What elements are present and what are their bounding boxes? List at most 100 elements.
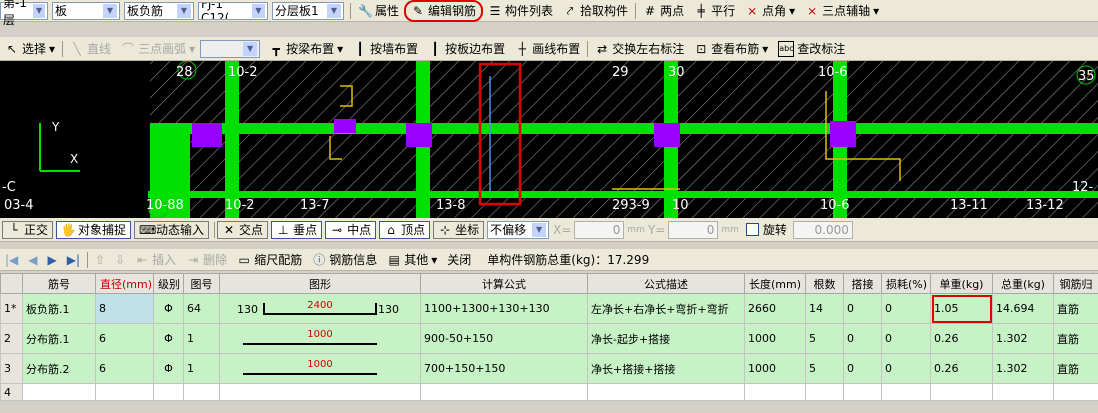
cell-name[interactable]: 板负筋.1 bbox=[22, 293, 96, 324]
cell-total-weight[interactable]: 14.694 bbox=[992, 293, 1054, 324]
cell-unit-weight[interactable]: 0.26 bbox=[930, 323, 993, 354]
view-layout-button[interactable]: ⊡ 查看布筋 ▾ bbox=[689, 37, 773, 60]
header-cell[interactable]: 直径(mm) bbox=[95, 273, 154, 294]
header-cell[interactable]: 计算公式 bbox=[420, 273, 588, 294]
cell-figure[interactable]: 64 bbox=[183, 293, 220, 324]
component-select[interactable]: FJ-1 C12(▼ bbox=[198, 1, 268, 20]
subcategory-select[interactable]: 板负筋 ▼ bbox=[124, 1, 194, 20]
cell-description[interactable]: 净长+搭接+搭接 bbox=[587, 353, 745, 384]
property-button[interactable]: 🔧 属性 bbox=[353, 0, 404, 21]
cell-unit-weight[interactable] bbox=[930, 383, 993, 401]
cell-formula[interactable]: 700+150+150 bbox=[420, 353, 588, 384]
cell-formula[interactable] bbox=[420, 383, 588, 401]
category-select[interactable]: 板 ▼ bbox=[52, 1, 120, 20]
cell-count[interactable]: 5 bbox=[805, 353, 844, 384]
cad-canvas[interactable]: Y X 28 10-2 29 30 10-6 35 -C 03-4 10-88 … bbox=[0, 61, 1098, 218]
swap-label-button[interactable]: ⇄ 交换左右标注 bbox=[590, 37, 689, 60]
cell-grade[interactable]: Φ bbox=[153, 293, 184, 324]
coordinate-toggle[interactable]: ⊹ 坐标 bbox=[433, 220, 485, 239]
ortho-toggle[interactable]: └ 正交 bbox=[2, 220, 54, 239]
cell-figure[interactable]: 1 bbox=[183, 323, 220, 354]
two-points-button[interactable]: # 两点 bbox=[638, 0, 689, 21]
nav-next-button[interactable]: ▶ bbox=[43, 249, 62, 270]
cell-loss[interactable]: 0 bbox=[881, 293, 931, 324]
row-number[interactable]: 2 bbox=[0, 323, 23, 354]
cell-name[interactable]: 分布筋.2 bbox=[22, 353, 96, 384]
nav-first-button[interactable]: |◀ bbox=[0, 249, 23, 270]
move-down-button[interactable]: ⇩ bbox=[110, 249, 130, 270]
cell-shape[interactable]: 1000 bbox=[219, 353, 421, 384]
cell-figure[interactable] bbox=[183, 383, 220, 401]
cell-count[interactable] bbox=[805, 383, 844, 401]
header-cell[interactable]: 损耗(%) bbox=[881, 273, 931, 294]
cell-name[interactable]: 分布筋.1 bbox=[22, 323, 96, 354]
cell-count[interactable]: 5 bbox=[805, 323, 844, 354]
header-cell[interactable]: 图号 bbox=[183, 273, 220, 294]
three-point-axis-button[interactable]: ⨯ 三点辅轴 ▾ bbox=[800, 0, 884, 21]
rotate-input[interactable]: 0.000 bbox=[792, 220, 853, 239]
cell-shape[interactable]: 130 2400 130 bbox=[219, 293, 421, 324]
row-number[interactable]: 4 bbox=[0, 383, 23, 401]
cell-type[interactable]: 直筋 bbox=[1053, 353, 1098, 384]
rotate-checkbox[interactable] bbox=[745, 223, 759, 236]
table-row[interactable]: 3 分布筋.2 6 Φ 1 1000 700+150+150 净长+搭接+搭接 … bbox=[0, 353, 1098, 384]
vertex-toggle[interactable]: ⌂ 顶点 bbox=[379, 220, 431, 239]
header-cell[interactable]: 级别 bbox=[153, 273, 184, 294]
header-cell[interactable]: 单重(kg) bbox=[930, 273, 993, 294]
midpoint-toggle[interactable]: ⊸ 中点 bbox=[325, 220, 377, 239]
header-cell[interactable]: 图形 bbox=[219, 273, 421, 294]
cell-diameter[interactable] bbox=[95, 383, 154, 401]
y-input[interactable]: 0 bbox=[668, 220, 719, 239]
nav-prev-button[interactable]: ◀ bbox=[23, 249, 42, 270]
cell-lap[interactable] bbox=[843, 383, 882, 401]
cell-loss[interactable] bbox=[881, 383, 931, 401]
arc-button[interactable]: ⌒ 三点画弧 ▾ bbox=[116, 37, 200, 60]
cell-total-weight[interactable]: 1.302 bbox=[992, 323, 1054, 354]
insert-button[interactable]: ⇤ 插入 bbox=[130, 249, 181, 270]
cell-total-weight[interactable] bbox=[992, 383, 1054, 401]
by-beam-button[interactable]: ┳ 按梁布置 ▾ bbox=[264, 37, 348, 60]
cell-total-weight[interactable]: 1.302 bbox=[992, 353, 1054, 384]
header-cell[interactable]: 公式描述 bbox=[587, 273, 745, 294]
cell-lap[interactable]: 0 bbox=[843, 293, 882, 324]
cell-length[interactable]: 2660 bbox=[744, 293, 806, 324]
object-snap-toggle[interactable]: 🖐 对象捕捉 bbox=[56, 220, 132, 239]
parallel-button[interactable]: ╪ 平行 bbox=[689, 0, 740, 21]
header-cell[interactable]: 总重(kg) bbox=[992, 273, 1054, 294]
cell-description[interactable] bbox=[587, 383, 745, 401]
other-button[interactable]: ▤ 其他 ▾ bbox=[382, 249, 442, 270]
modify-label-button[interactable]: abc 查改标注 bbox=[773, 37, 850, 60]
offset-select[interactable]: 不偏移 ▼ bbox=[487, 220, 550, 239]
cell-description[interactable]: 左净长+右净长+弯折+弯折 bbox=[587, 293, 745, 324]
layer-select[interactable]: 分层板1 ▼ bbox=[272, 1, 344, 20]
cell-count[interactable]: 14 bbox=[805, 293, 844, 324]
cell-type[interactable]: 直筋 bbox=[1053, 293, 1098, 324]
floor-select[interactable]: 第-1层 ▼ bbox=[0, 0, 48, 27]
cell-type[interactable]: 直筋 bbox=[1053, 323, 1098, 354]
cell-length[interactable]: 1000 bbox=[744, 323, 806, 354]
by-wall-button[interactable]: ┃ 按墙布置 bbox=[348, 37, 423, 60]
cell-shape[interactable]: 1000 bbox=[219, 323, 421, 354]
point-angle-button[interactable]: ⨯ 点角 ▾ bbox=[740, 0, 800, 21]
intersection-toggle[interactable]: ✕ 交点 bbox=[217, 220, 269, 239]
cell-grade[interactable] bbox=[153, 383, 184, 401]
scale-config-button[interactable]: ▭ 缩尺配筋 bbox=[232, 249, 307, 270]
header-cell[interactable]: 搭接 bbox=[843, 273, 882, 294]
table-row[interactable]: 4 bbox=[0, 383, 1098, 401]
cell-grade[interactable]: Φ bbox=[153, 323, 184, 354]
x-input[interactable]: 0 bbox=[574, 220, 625, 239]
cell-shape[interactable] bbox=[219, 383, 421, 401]
row-number[interactable]: 3 bbox=[0, 353, 23, 384]
line-button[interactable]: ╲ 直线 bbox=[65, 37, 116, 60]
delete-button[interactable]: ⇥ 删除 bbox=[181, 249, 232, 270]
table-row[interactable]: 1* 板负筋.1 8 Φ 64 130 2400 130 1100+1300+1… bbox=[0, 293, 1098, 324]
nav-last-button[interactable]: ▶| bbox=[62, 249, 85, 270]
cell-formula[interactable]: 900-50+150 bbox=[420, 323, 588, 354]
arc-option-select[interactable]: ▼ bbox=[200, 39, 261, 58]
perpendicular-toggle[interactable]: ⊥ 垂点 bbox=[271, 220, 323, 239]
select-button[interactable]: ↖ 选择 ▾ bbox=[0, 37, 60, 60]
cell-unit-weight[interactable]: 0.26 bbox=[930, 353, 993, 384]
cell-length[interactable]: 1000 bbox=[744, 353, 806, 384]
cell-lap[interactable]: 0 bbox=[843, 353, 882, 384]
edit-rebar-button[interactable]: ✎ 编辑钢筋 bbox=[404, 0, 484, 22]
